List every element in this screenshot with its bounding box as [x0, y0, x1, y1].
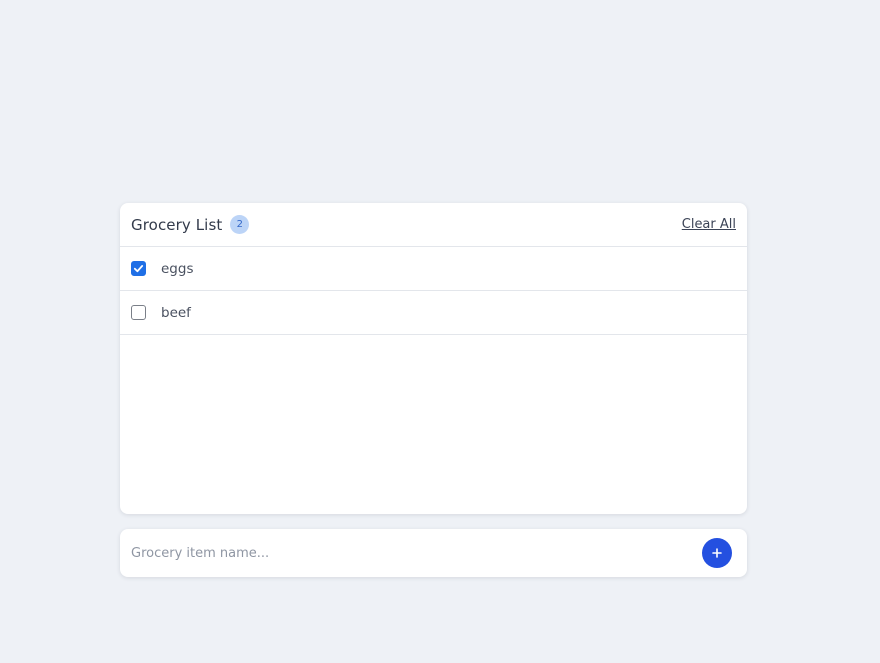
item-label: beef	[161, 304, 191, 321]
list-item: beef	[120, 291, 747, 335]
checkmark-icon	[133, 265, 144, 273]
add-item-bar	[120, 529, 747, 577]
item-count-badge: 2	[230, 215, 250, 234]
item-checkbox[interactable]	[131, 305, 146, 320]
item-label: eggs	[161, 260, 194, 277]
grocery-item-input[interactable]	[131, 545, 702, 561]
plus-icon	[712, 548, 722, 558]
clear-all-button[interactable]: Clear All	[682, 217, 736, 232]
list-title: Grocery List	[131, 215, 223, 234]
list-item: eggs	[120, 247, 747, 291]
add-item-button[interactable]	[702, 538, 732, 568]
item-checkbox[interactable]	[131, 261, 146, 276]
grocery-list-card: Grocery List 2 Clear All eggs beef	[120, 203, 747, 514]
list-header: Grocery List 2 Clear All	[120, 203, 747, 247]
